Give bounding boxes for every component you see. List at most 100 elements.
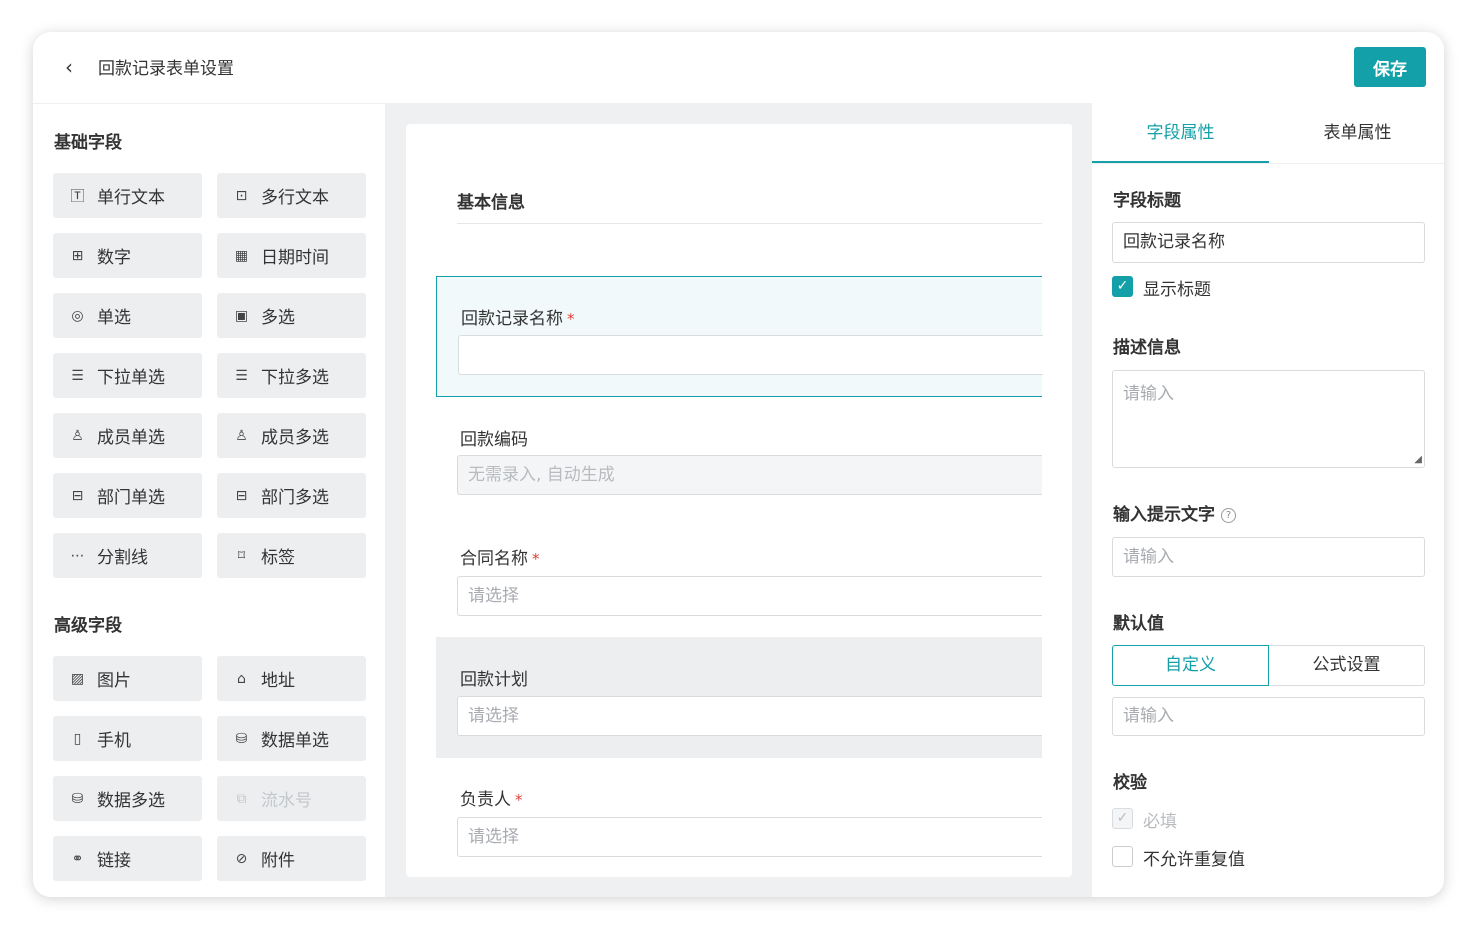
tag-icon: ⌑ [237, 547, 246, 564]
palette-item-dropdown-single[interactable]: ☰ 下拉单选 [53, 353, 202, 398]
field-input[interactable]: 请选择 [457, 696, 1042, 736]
palette-item-label: 分割线 [97, 548, 148, 568]
field-label-text: 负责人 [460, 790, 511, 810]
serial-icon: ⧉ [236, 790, 247, 807]
no-duplicate-label: 不允许重复值 [1143, 850, 1245, 870]
palette-item-data-multi[interactable]: ⛁ 数据多选 [53, 776, 202, 821]
map-icon: ⌂ [237, 670, 246, 687]
field-label-text: 回款记录名称 [461, 309, 563, 329]
show-title-checkbox[interactable]: ✓ [1112, 276, 1133, 297]
palette-item-address[interactable]: ⌂ 地址 [217, 656, 366, 701]
field-input[interactable]: 请选择 [457, 576, 1042, 616]
database-icon: ⛁ [71, 790, 84, 807]
field-label: 回款计划 [460, 670, 528, 690]
chevron-left-icon[interactable]: ‹ [65, 56, 85, 78]
palette-item-attachment[interactable]: ⊘ 附件 [217, 836, 366, 881]
default-value-input[interactable]: 请输入 [1112, 697, 1425, 736]
palette-item-member-single[interactable]: ♙ 成员单选 [53, 413, 202, 458]
palette-item-label: 单行文本 [97, 188, 165, 208]
default-mode-custom[interactable]: 自定义 [1112, 645, 1269, 686]
description-textarea[interactable]: 请输入 ◢ [1112, 370, 1425, 468]
hint-text-input[interactable]: 请输入 [1112, 537, 1425, 577]
default-value-mode-toggle: 自定义 公式设置 [1112, 645, 1425, 686]
checkbox-icon: ▣ [234, 307, 249, 324]
field-label: 回款记录名称 * [461, 304, 575, 329]
properties-panel: 字段属性 表单属性 字段标题 回款记录名称 ✓ 显示标题 描述信息 请输入 ◢ … [1092, 103, 1444, 897]
user-icon: ♙ [235, 427, 248, 444]
form-field-payment-name[interactable]: 回款记录名称 * [436, 276, 1043, 397]
form-field-owner[interactable]: 负责人 * 请选择 [436, 758, 1042, 877]
palette-item-label: 部门多选 [261, 488, 329, 508]
form-designer-window: ‹ 回款记录表单设置 保存 基础字段 🅃 单行文本 ⊡ 多行文本 ⊞ 数字 ▦ 日期时间… [33, 32, 1444, 897]
description-label: 描述信息 [1113, 338, 1181, 358]
required-checkbox: ✓ [1112, 808, 1133, 829]
description-placeholder: 请输入 [1123, 384, 1174, 404]
palette-item-label: 图片 [97, 671, 131, 691]
field-label: 回款编码 [460, 430, 528, 450]
field-label: 合同名称 * [460, 544, 540, 569]
hint-text-label-text: 输入提示文字 [1113, 505, 1215, 525]
resize-handle-icon[interactable]: ◢ [1414, 455, 1422, 465]
required-mark: * [515, 791, 523, 809]
palette-item-label: 数据单选 [261, 731, 329, 751]
palette-item-dept-multi[interactable]: ⊟ 部门多选 [217, 473, 366, 518]
palette-item-member-multi[interactable]: ♙ 成员多选 [217, 413, 366, 458]
form-field-payment-plan[interactable]: 回款计划 请选择 [436, 637, 1042, 758]
palette-item-label: 成员多选 [261, 428, 329, 448]
vertical-scrollbar[interactable] [1066, 124, 1072, 528]
palette-item-label: 附件 [261, 851, 295, 871]
palette-item-label: 地址 [261, 671, 295, 691]
default-mode-formula[interactable]: 公式设置 [1269, 645, 1425, 686]
palette-item-number[interactable]: ⊞ 数字 [53, 233, 202, 278]
palette-item-dept-single[interactable]: ⊟ 部门单选 [53, 473, 202, 518]
palette-item-tag[interactable]: ⌑ 标签 [217, 533, 366, 578]
divider-icon: ⋯ [70, 547, 85, 564]
palette-item-radio[interactable]: ◎ 单选 [53, 293, 202, 338]
form-canvas: 基本信息 回款记录名称 * 回款编码 无需录入, 自动生成 合同名称 * 请选择 回… [406, 124, 1072, 877]
field-input[interactable]: 请选择 [457, 817, 1042, 857]
form-field-payment-code[interactable]: 回款编码 无需录入, 自动生成 [436, 397, 1042, 517]
list-icon: ☰ [71, 367, 84, 384]
palette-item-phone[interactable]: ▯ 手机 [53, 716, 202, 761]
field-palette: 基础字段 🅃 单行文本 ⊡ 多行文本 ⊞ 数字 ▦ 日期时间 ◎ 单选 ▣ 多选 ☰ 下拉单选… [33, 103, 385, 897]
field-title-label: 字段标题 [1113, 191, 1181, 211]
list-icon: ☰ [235, 367, 248, 384]
palette-item-label: 链接 [97, 851, 131, 871]
required-checkbox-label: 必填 [1143, 812, 1177, 832]
palette-item-image[interactable]: ▨ 图片 [53, 656, 202, 701]
image-icon: ▨ [70, 670, 85, 687]
textarea-icon: ⊡ [235, 187, 248, 204]
palette-item-multi-text[interactable]: ⊡ 多行文本 [217, 173, 366, 218]
field-title-input[interactable]: 回款记录名称 [1112, 222, 1425, 263]
required-mark: * [532, 550, 540, 568]
required-mark: * [567, 310, 575, 328]
palette-item-label: 手机 [97, 731, 131, 751]
palette-item-datetime[interactable]: ▦ 日期时间 [217, 233, 366, 278]
palette-item-label: 多行文本 [261, 188, 329, 208]
palette-item-checkbox[interactable]: ▣ 多选 [217, 293, 366, 338]
field-input[interactable] [458, 335, 1043, 375]
tab-form-properties[interactable]: 表单属性 [1269, 103, 1444, 163]
palette-item-dropdown-multi[interactable]: ☰ 下拉多选 [217, 353, 366, 398]
palette-item-divider[interactable]: ⋯ 分割线 [53, 533, 202, 578]
tab-field-properties[interactable]: 字段属性 [1092, 103, 1269, 163]
form-field-contract-name[interactable]: 合同名称 * 请选择 [436, 517, 1042, 637]
palette-item-serial: ⧉ 流水号 [217, 776, 366, 821]
user-icon: ♙ [71, 427, 84, 444]
attachment-icon: ⊘ [235, 850, 248, 867]
number-icon: ⊞ [71, 247, 84, 264]
field-label-text: 合同名称 [460, 549, 528, 569]
form-canvas-area: 基本信息 回款记录名称 * 回款编码 无需录入, 自动生成 合同名称 * 请选择 回… [385, 103, 1092, 897]
advanced-fields-title: 高级字段 [54, 616, 122, 636]
show-title-label: 显示标题 [1143, 280, 1211, 300]
palette-item-label: 流水号 [261, 791, 312, 811]
palette-item-label: 标签 [261, 548, 295, 568]
help-icon[interactable]: ? [1221, 507, 1236, 523]
palette-item-data-single[interactable]: ⛁ 数据单选 [217, 716, 366, 761]
radio-icon: ◎ [71, 307, 84, 324]
palette-item-single-text[interactable]: 🅃 单行文本 [53, 173, 202, 218]
save-button[interactable]: 保存 [1354, 47, 1426, 87]
palette-item-link[interactable]: ⚭ 链接 [53, 836, 202, 881]
no-duplicate-checkbox[interactable] [1112, 846, 1133, 867]
department-icon: ⊟ [235, 487, 248, 504]
